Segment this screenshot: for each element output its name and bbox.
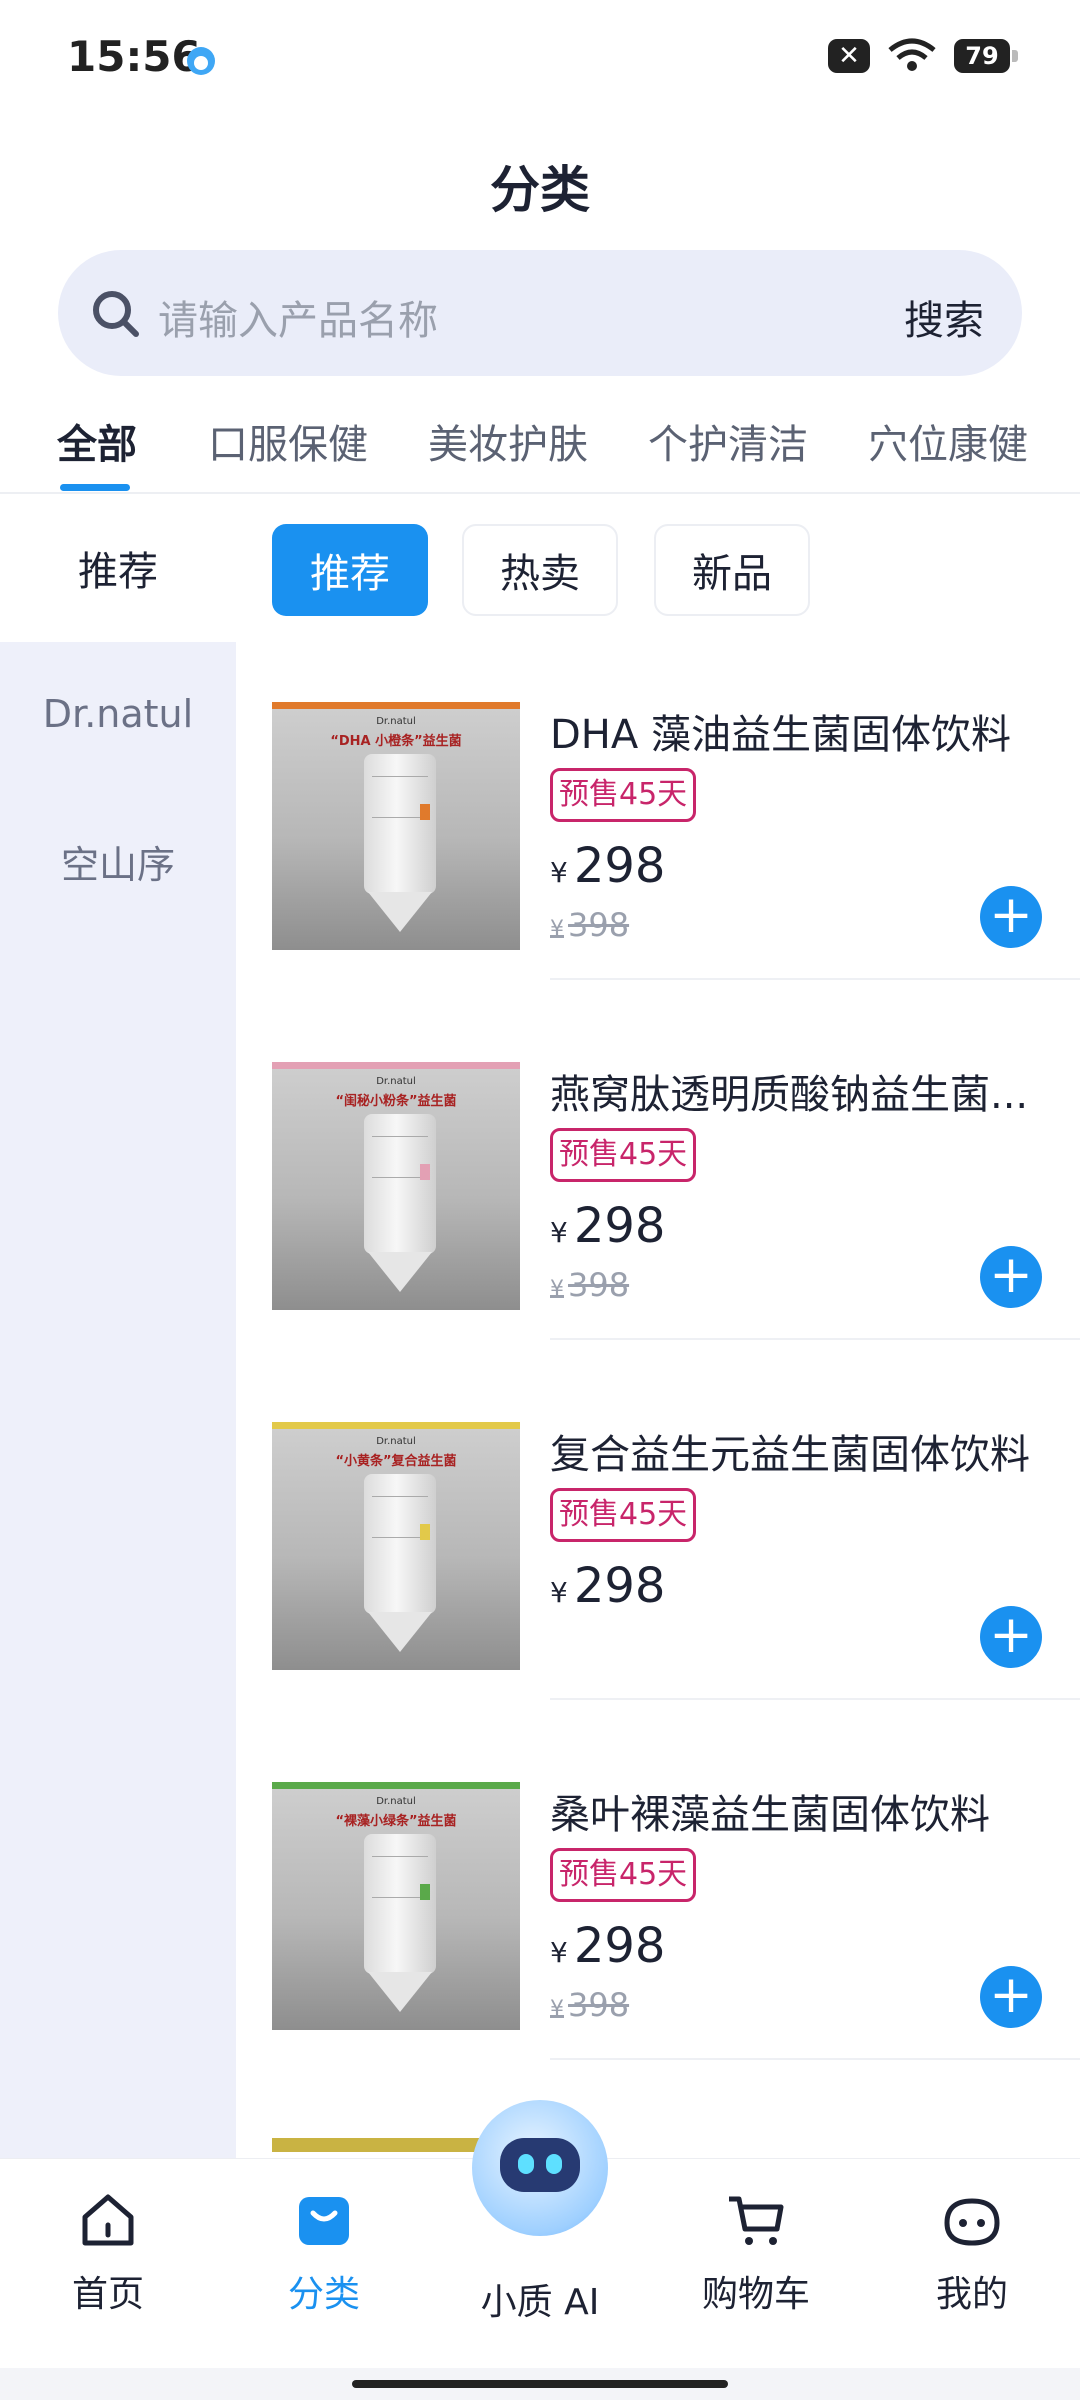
image-color-band bbox=[272, 702, 520, 709]
image-brand: Dr.natul bbox=[376, 1436, 416, 1447]
original-price: ¥398 bbox=[550, 1986, 630, 2024]
product-image[interactable]: Dr.natul “小黄条”复合益生菌 bbox=[272, 1422, 520, 1670]
product-price: ¥298 bbox=[550, 1198, 666, 1254]
nav-profile[interactable]: 我的 bbox=[864, 2189, 1080, 2317]
status-time: 15:56 bbox=[67, 32, 201, 81]
image-color-band bbox=[272, 1422, 520, 1429]
filter-hot[interactable]: 热卖 bbox=[462, 524, 618, 616]
product-price: ¥298 bbox=[550, 838, 666, 894]
nav-home-label: 首页 bbox=[71, 2274, 144, 2315]
add-to-cart-button[interactable]: + bbox=[980, 886, 1042, 948]
cart-icon bbox=[729, 2196, 784, 2245]
sidebar-item-recommend[interactable]: 推荐 bbox=[0, 495, 236, 642]
wifi-icon bbox=[888, 38, 936, 71]
profile-icon bbox=[944, 2198, 1000, 2246]
product-can bbox=[364, 1474, 436, 1614]
app-notification-icon bbox=[187, 47, 215, 75]
product-name[interactable]: 燕窝肽透明质酸钠益生菌... bbox=[550, 1062, 1050, 1120]
product-image[interactable]: Dr.natul “裸藻小绿条”益生菌 bbox=[272, 1782, 520, 2030]
bag-icon bbox=[299, 2197, 349, 2245]
add-to-cart-button[interactable]: + bbox=[980, 1246, 1042, 1308]
nav-home[interactable]: 首页 bbox=[0, 2189, 216, 2317]
tab-all[interactable]: 全部 bbox=[57, 412, 137, 470]
sidebar-recommend-label: 推荐 bbox=[78, 549, 158, 595]
image-title: “DHA 小橙条”益生菌 bbox=[330, 734, 462, 749]
filter-recommend[interactable]: 推荐 bbox=[272, 524, 428, 616]
product-can bbox=[364, 754, 436, 894]
product-card[interactable]: Dr.natul “小黄条”复合益生菌 复合益生元益生菌固体饮料 预售45天 ¥… bbox=[236, 1422, 1080, 1782]
product-card[interactable]: Dr.natul “DHA 小橙条”益生菌 DHA 藻油益生菌固体饮料 预售45… bbox=[236, 702, 1080, 1062]
image-brand: Dr.natul bbox=[376, 1076, 416, 1087]
search-bar[interactable]: 请输入产品名称 搜索 bbox=[58, 250, 1022, 376]
product-image[interactable]: Dr.natul “闺秘小粉条”益生菌 bbox=[272, 1062, 520, 1310]
add-to-cart-button[interactable]: + bbox=[980, 1966, 1042, 2028]
filter-new[interactable]: 新品 bbox=[654, 524, 810, 616]
product-name[interactable]: 桑叶裸藻益生菌固体饮料 bbox=[550, 1782, 1050, 1840]
product-image[interactable]: Dr.natul “DHA 小橙条”益生菌 bbox=[272, 702, 520, 950]
product-can bbox=[364, 1114, 436, 1254]
battery-icon: 79 bbox=[954, 39, 1018, 73]
nav-profile-label: 我的 bbox=[935, 2274, 1008, 2315]
nav-cart[interactable]: 购物车 bbox=[648, 2189, 864, 2317]
brand-sidebar: Dr.natul 空山序 bbox=[0, 642, 236, 2162]
image-color-band bbox=[272, 1062, 520, 1069]
nav-ai[interactable]: 小质 AI bbox=[432, 2263, 648, 2325]
home-icon bbox=[82, 2194, 134, 2246]
image-title: “裸藻小绿条”益生菌 bbox=[335, 1814, 457, 1829]
product-can bbox=[364, 1834, 436, 1974]
presale-badge: 预售45天 bbox=[550, 1488, 697, 1542]
presale-badge: 预售45天 bbox=[550, 768, 697, 822]
nav-category[interactable]: 分类 bbox=[216, 2189, 432, 2317]
search-icon bbox=[93, 291, 139, 337]
nav-cart-label: 购物车 bbox=[701, 2274, 810, 2315]
search-input[interactable]: 请输入产品名称 bbox=[158, 288, 438, 346]
page-title: 分类 bbox=[490, 161, 590, 219]
original-price: ¥398 bbox=[550, 906, 630, 944]
active-tab-indicator bbox=[60, 484, 130, 491]
category-tabs: 全部 口服保健 美妆护肤 个护清洁 穴位康健 bbox=[0, 400, 1080, 494]
nav-category-label: 分类 bbox=[287, 2274, 360, 2315]
tab-oral-health[interactable]: 口服保健 bbox=[208, 412, 368, 470]
presale-badge: 预售45天 bbox=[550, 1848, 697, 1902]
robot-avatar[interactable] bbox=[472, 2100, 608, 2236]
product-name[interactable]: DHA 藻油益生菌固体饮料 bbox=[550, 702, 1050, 760]
sidebar-item-kongshanxu[interactable]: 空山序 bbox=[0, 834, 236, 889]
product-card[interactable]: Dr.natul “闺秘小粉条”益生菌 燕窝肽透明质酸钠益生菌... 预售45天… bbox=[236, 1062, 1080, 1422]
status-bar: 15:56 ✕ 79 bbox=[0, 0, 1080, 120]
tab-personal-care[interactable]: 个护清洁 bbox=[648, 412, 808, 470]
image-brand: Dr.natul bbox=[376, 1796, 416, 1807]
close-notice-icon: ✕ bbox=[828, 39, 870, 73]
image-title: “闺秘小粉条”益生菌 bbox=[335, 1094, 457, 1109]
product-card[interactable]: Dr.natul “裸藻小绿条”益生菌 桑叶裸藻益生菌固体饮料 预售45天 ¥2… bbox=[236, 1782, 1080, 2142]
home-indicator[interactable] bbox=[352, 2380, 728, 2388]
tab-acupoint-health[interactable]: 穴位康健 bbox=[868, 412, 1028, 470]
product-name[interactable]: 复合益生元益生菌固体饮料 bbox=[550, 1422, 1050, 1480]
status-icons: ✕ 79 bbox=[828, 38, 1018, 74]
product-price: ¥298 bbox=[550, 1558, 666, 1614]
presale-badge: 预售45天 bbox=[550, 1128, 697, 1182]
tab-beauty-skincare[interactable]: 美妆护肤 bbox=[428, 412, 588, 470]
image-color-band bbox=[272, 1782, 520, 1789]
add-to-cart-button[interactable]: + bbox=[980, 1606, 1042, 1668]
image-title: “小黄条”复合益生菌 bbox=[335, 1454, 457, 1469]
product-price: ¥298 bbox=[550, 1918, 666, 1974]
nav-ai-label: 小质 AI bbox=[480, 2282, 600, 2323]
original-price: ¥398 bbox=[550, 1266, 630, 1304]
image-brand: Dr.natul bbox=[376, 716, 416, 727]
sidebar-item-drnatul[interactable]: Dr.natul bbox=[0, 692, 236, 736]
search-button[interactable]: 搜索 bbox=[904, 288, 984, 346]
